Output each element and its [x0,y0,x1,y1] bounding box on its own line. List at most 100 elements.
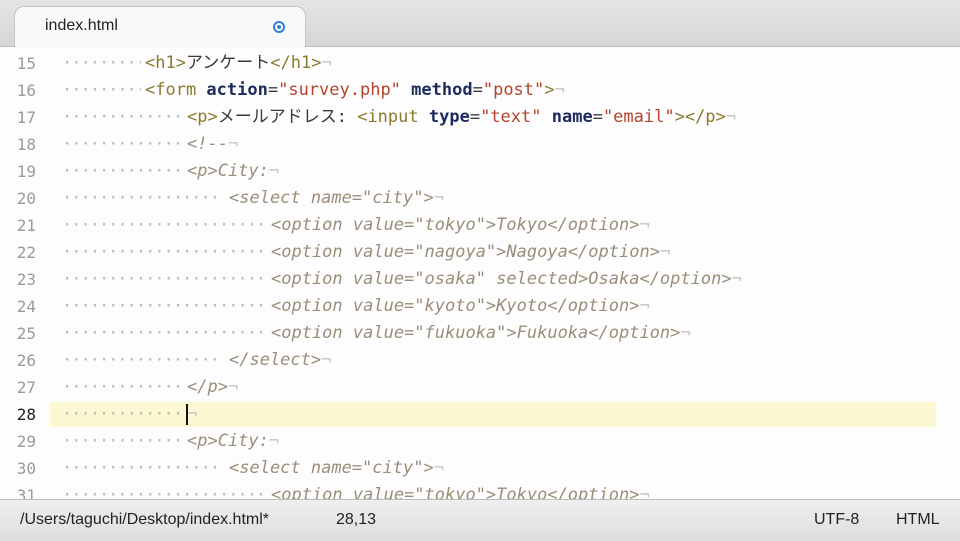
code-line[interactable]: 27 ············· </p>¬ [0,374,960,401]
line-number: 31 [16,486,36,499]
line-number: 23 [16,270,36,289]
code-text: ¬ [187,401,197,428]
line-end-marker: ¬ [433,188,444,208]
indent-guide-dots: ········· [62,53,141,73]
line-number: 16 [16,81,36,100]
code-token: <option value="kyoto">Kyoto</option> [271,296,640,316]
code-line[interactable]: 30 ················· <select name="city">¬ [0,455,960,482]
indent-guide-dots: ············· [62,404,183,424]
indent-guide-dots: ······················· [62,215,267,235]
line-end-marker: ¬ [268,161,280,181]
code-line[interactable]: 23 ······················· <option value="… [0,266,960,293]
code-token: <option value="fukuoka">Fukuoka</option> [271,323,681,343]
code-token: = [267,80,279,100]
line-end-marker: ¬ [433,458,444,478]
code-token: <select name="city"> [229,458,434,478]
line-number: 22 [16,243,36,262]
indent-guide-dots: ······················· [62,485,267,499]
code-line[interactable]: 24 ······················· <option value="… [0,293,960,320]
code-line[interactable]: 20 ················· <select name="city">¬ [0,185,960,212]
cursor-position: 28,13 [336,511,377,528]
indent-guide-dots: ········· [62,80,141,100]
code-token: <p>City: [187,431,269,451]
code-token: "email" [602,107,675,127]
line-end-marker: ¬ [187,404,198,424]
code-token: <h1> [145,53,186,73]
code-token: </select> [229,350,322,370]
line-number: 24 [16,297,36,316]
indent-guide-dots: ······················· [62,242,267,262]
syntax-selector[interactable]: HTML [896,511,940,529]
code-editor[interactable]: 15 ········· <h1>アンケート</h1>¬ 16 ········· <fo… [0,47,960,499]
code-token: <option value="nagoya">Nagoya</option> [271,242,660,262]
code-line[interactable]: 22 ······················· <option value="… [0,239,960,266]
tab-title: index.html [45,17,118,34]
code-line[interactable]: 19 ············· <p>City:¬ [0,158,960,185]
code-line[interactable]: 31 ······················· <option value="… [0,482,960,499]
code-token: アンケート [185,53,271,73]
line-end-marker: ¬ [227,134,239,154]
line-end-marker: ¬ [639,485,650,499]
code-token: <option value="osaka" selected>Osaka</op… [271,269,732,289]
code-token: <p> [187,107,218,127]
line-end-marker: ¬ [725,107,737,127]
code-line[interactable]: 28 ············· ¬ [0,401,960,428]
code-line[interactable]: 21 ······················· <option value="… [0,212,960,239]
code-text: <option value="nagoya">Nagoya</option>¬ [271,239,670,266]
line-number: 29 [16,432,36,451]
code-token: "survey.php" [278,80,401,100]
tab-bar: index.html [0,0,960,47]
line-number: 20 [16,189,36,208]
line-number: 17 [16,108,36,127]
code-line[interactable]: 26 ················· </select>¬ [0,347,960,374]
indent-guide-dots: ······················· [62,296,267,316]
code-text: <option value="fukuoka">Fukuoka</option>… [271,320,691,347]
code-line[interactable]: 15 ········· <h1>アンケート</h1>¬ [0,50,960,77]
line-end-marker: ¬ [639,296,650,316]
code-token: = [472,80,483,100]
indent-guide-dots: ············· [62,377,183,397]
code-token: <input [357,107,429,127]
line-number: 26 [16,351,36,370]
code-token: <select name="city"> [229,188,434,208]
code-token: メールアドレス: [217,107,358,127]
file-path: /Users/taguchi/Desktop/index.html* [20,511,269,528]
tab-index-html[interactable]: index.html [14,6,306,47]
code-token: type [428,107,470,127]
code-line[interactable]: 17 ············· <p>メールアドレス: <input type="… [0,104,960,131]
code-token: ></p> [674,107,726,127]
code-text: <option value="osaka" selected>Osaka</op… [271,266,742,293]
indent-guide-dots: ················· [62,188,220,208]
code-token: method [411,80,473,100]
encoding-selector[interactable]: UTF-8 [814,511,859,529]
code-text: <select name="city">¬ [229,455,444,482]
line-end-marker: ¬ [639,215,650,235]
line-number: 19 [16,162,36,181]
code-line[interactable]: 18 ············· <!--¬ [0,131,960,158]
line-end-marker: ¬ [731,269,742,289]
line-end-marker: ¬ [321,350,332,370]
code-text: <p>City:¬ [187,428,279,455]
code-token: > [544,80,555,100]
code-line[interactable]: 16 ········· <form action="survey.php" met… [0,77,960,104]
code-line[interactable]: 25 ······················· <option value="… [0,320,960,347]
unsaved-changes-dot-icon[interactable] [273,21,285,33]
code-token: </h1> [270,53,322,73]
code-line[interactable]: 29 ············· <p>City:¬ [0,428,960,455]
indent-guide-dots: ············· [62,431,183,451]
code-token: <option value="tokyo">Tokyo</option> [271,485,640,499]
code-token: name [551,107,593,127]
code-token: <p>City: [187,161,269,181]
code-token: "post" [482,80,545,100]
code-text: <p>City:¬ [187,158,279,185]
indent-guide-dots: ······················· [62,323,267,343]
line-end-marker: ¬ [268,431,280,451]
code-token: <form [145,80,207,100]
indent-guide-dots: ············· [62,107,183,127]
line-number: 18 [16,135,36,154]
line-end-marker: ¬ [554,80,565,100]
indent-guide-dots: ················· [62,350,220,370]
code-text: </select>¬ [229,347,331,374]
